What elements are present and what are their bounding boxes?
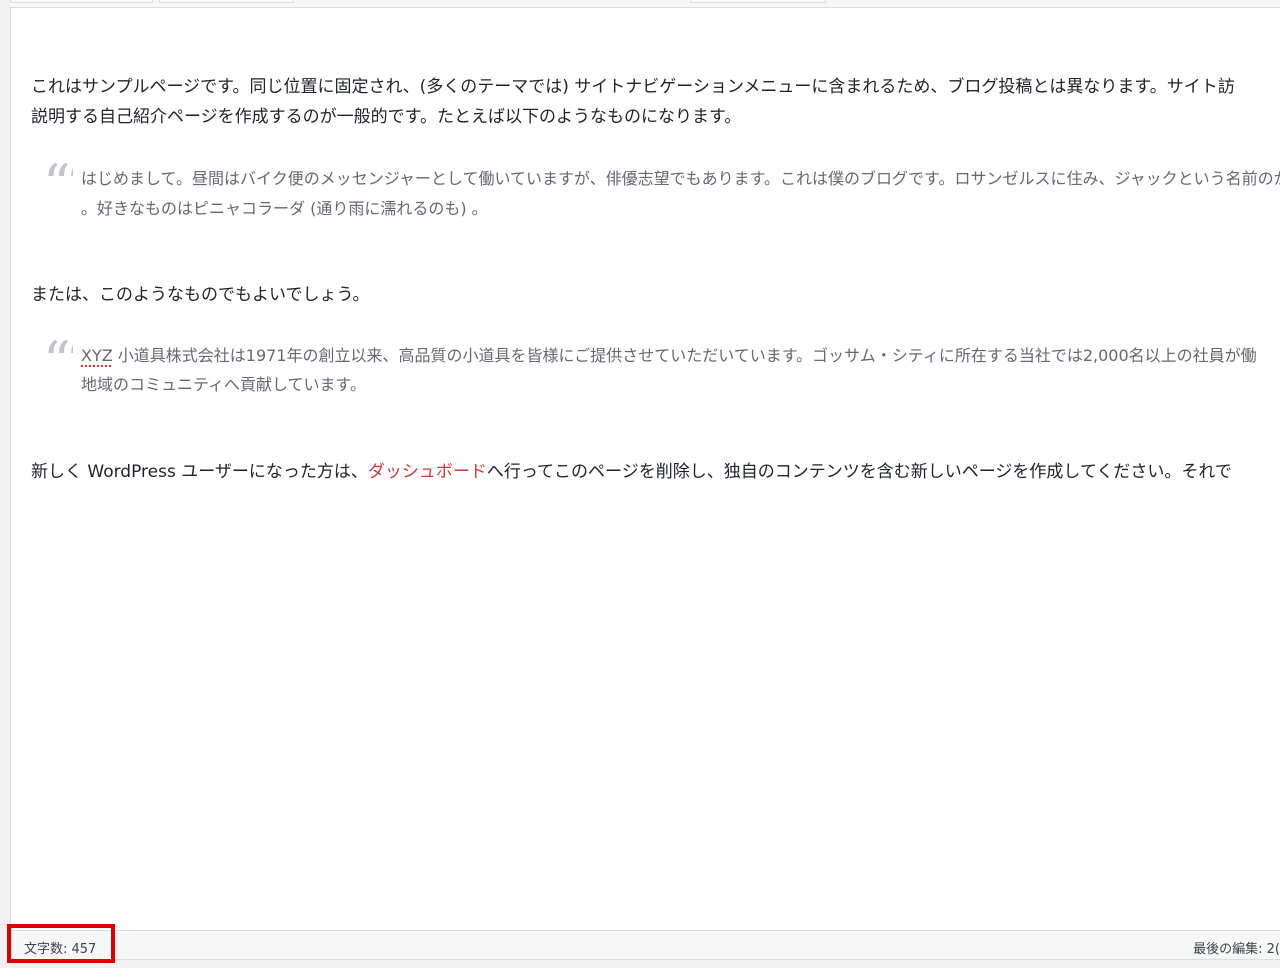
tab-stub-3[interactable] [690, 0, 826, 3]
quote-mark-icon: ““ [43, 340, 73, 364]
paragraph-new-user-rest: へ行ってこのページを削除し、独自のコンテンツを含む新しいページを作成してください… [486, 462, 1232, 482]
dashboard-link[interactable]: ダッシュボード [368, 462, 487, 482]
quote-1-line-1: はじめまして。昼間はバイク便のメッセンジャーとして働いていますが、俳優志望でもあ… [81, 169, 1280, 188]
quote-2-line-2: 地域のコミュニティへ貢献しています。 [81, 375, 366, 394]
paragraph-new-user: 新しく WordPress ユーザーになった方は、ダッシュボードへ行ってこのペー… [31, 457, 1280, 488]
editor-content[interactable]: これはサンプルページです。同じ位置に固定され、(多くのテーマでは) サイトナビゲ… [10, 8, 1280, 930]
paragraph-line-1: これはサンプルページです。同じ位置に固定され、(多くのテーマでは) サイトナビゲ… [31, 77, 1235, 97]
paragraph-alternative: または、このようなものでもよいでしょう。 [31, 285, 370, 305]
quote-2-line-1-text: 小道具株式会社は1971年の創立以来、高品質の小道具を皆様にご提供させていただい… [112, 346, 1257, 365]
tab-stub-2[interactable] [159, 0, 294, 3]
tab-stub-1[interactable] [10, 0, 153, 3]
quote-1-line-2: 。好きなものはピニャコラーダ (通り雨に濡れるのも) 。 [81, 199, 488, 218]
quote-mark-icon: ““ [43, 163, 73, 187]
editor-status-bar: 文字数: 457 最後の編集: 2( [10, 930, 1280, 960]
spelling-error-word[interactable]: XYZ [81, 346, 113, 365]
paragraph-new-user-lead: 新しく WordPress ユーザーになった方は、 [31, 462, 368, 482]
paragraph-line-2: 説明する自己紹介ページを作成するのが一般的です。たとえば以下のようなものになりま… [31, 107, 742, 127]
last-edited-info: 最後の編集: 2( [1193, 942, 1280, 957]
editor-tabs-bar [10, 0, 1280, 8]
quote-2-line-1: XYZ 小道具株式会社は1971年の創立以来、高品質の小道具を皆様にご提供させて… [81, 341, 1280, 370]
word-count: 文字数: 457 [24, 942, 97, 957]
editor-wrapper: これはサンプルページです。同じ位置に固定され、(多くのテーマでは) サイトナビゲ… [10, 0, 1280, 968]
